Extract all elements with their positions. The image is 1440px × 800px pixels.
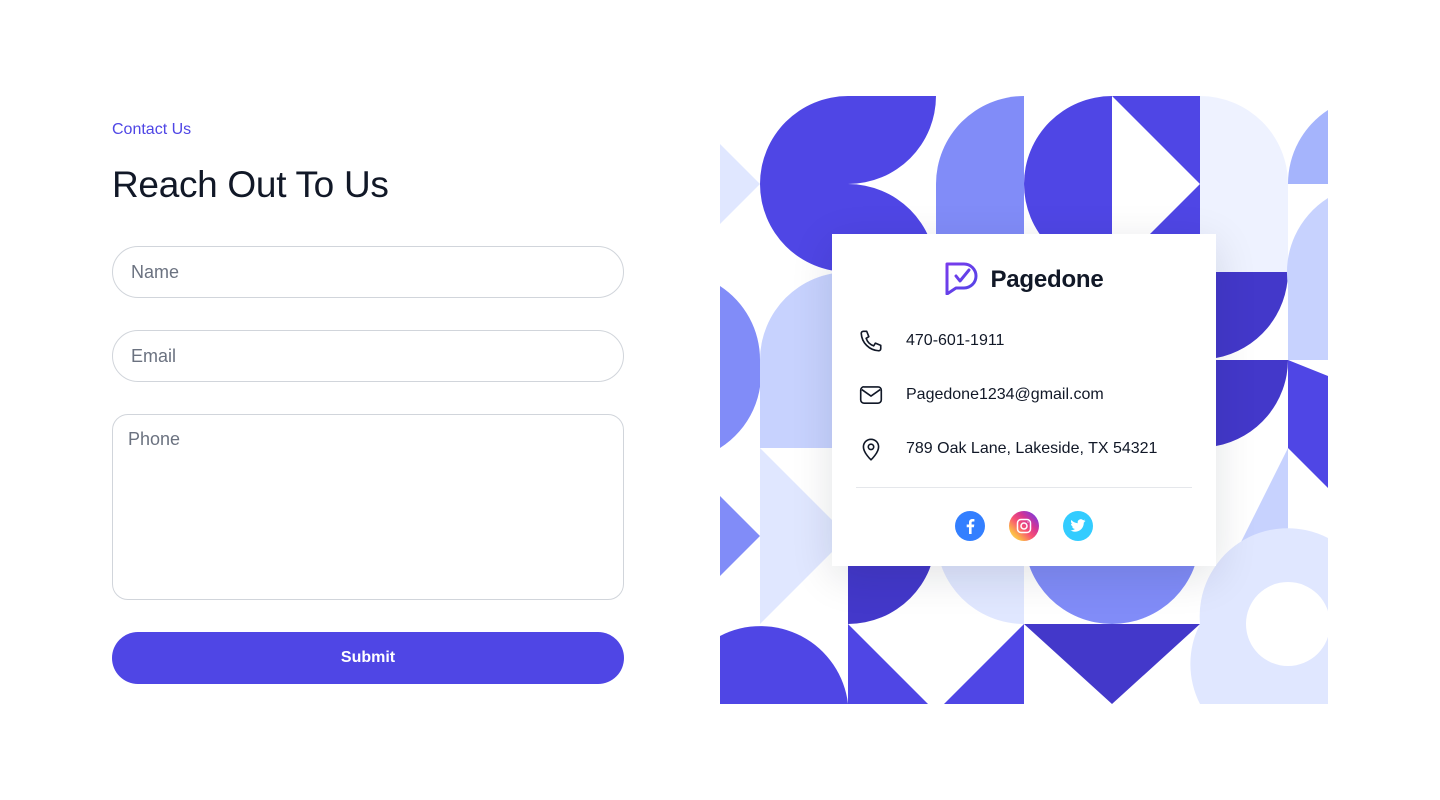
- location-pin-icon: [856, 434, 886, 464]
- email-text: Pagedone1234@gmail.com: [906, 386, 1104, 403]
- twitter-icon[interactable]: [1063, 511, 1093, 541]
- instagram-icon[interactable]: [1009, 511, 1039, 541]
- phone-row: 470-601-1911: [856, 326, 1192, 356]
- phone-text: 470-601-1911: [906, 332, 1005, 349]
- mail-icon: [856, 380, 886, 410]
- brand-name: Pagedone: [990, 266, 1104, 293]
- email-row: Pagedone1234@gmail.com: [856, 380, 1192, 410]
- name-input[interactable]: [112, 246, 624, 298]
- phone-icon: [856, 326, 886, 356]
- address-row: 789 Oak Lane, Lakeside, TX 54321: [856, 434, 1192, 464]
- email-input[interactable]: [112, 330, 624, 382]
- page-title: Reach Out To Us: [112, 164, 389, 205]
- divider: [856, 487, 1192, 488]
- contact-card: Pagedone 470-601-1911 Pagedone1234@gmail…: [832, 234, 1216, 566]
- brand: Pagedone: [832, 262, 1216, 298]
- phone-input[interactable]: [112, 414, 624, 600]
- address-text: 789 Oak Lane, Lakeside, TX 54321: [906, 440, 1158, 457]
- social-links: [832, 511, 1216, 543]
- submit-button[interactable]: Submit: [112, 632, 624, 684]
- eyebrow-label: Contact Us: [112, 121, 192, 138]
- pagedone-logo-icon: [944, 261, 980, 300]
- facebook-icon[interactable]: [955, 511, 985, 541]
